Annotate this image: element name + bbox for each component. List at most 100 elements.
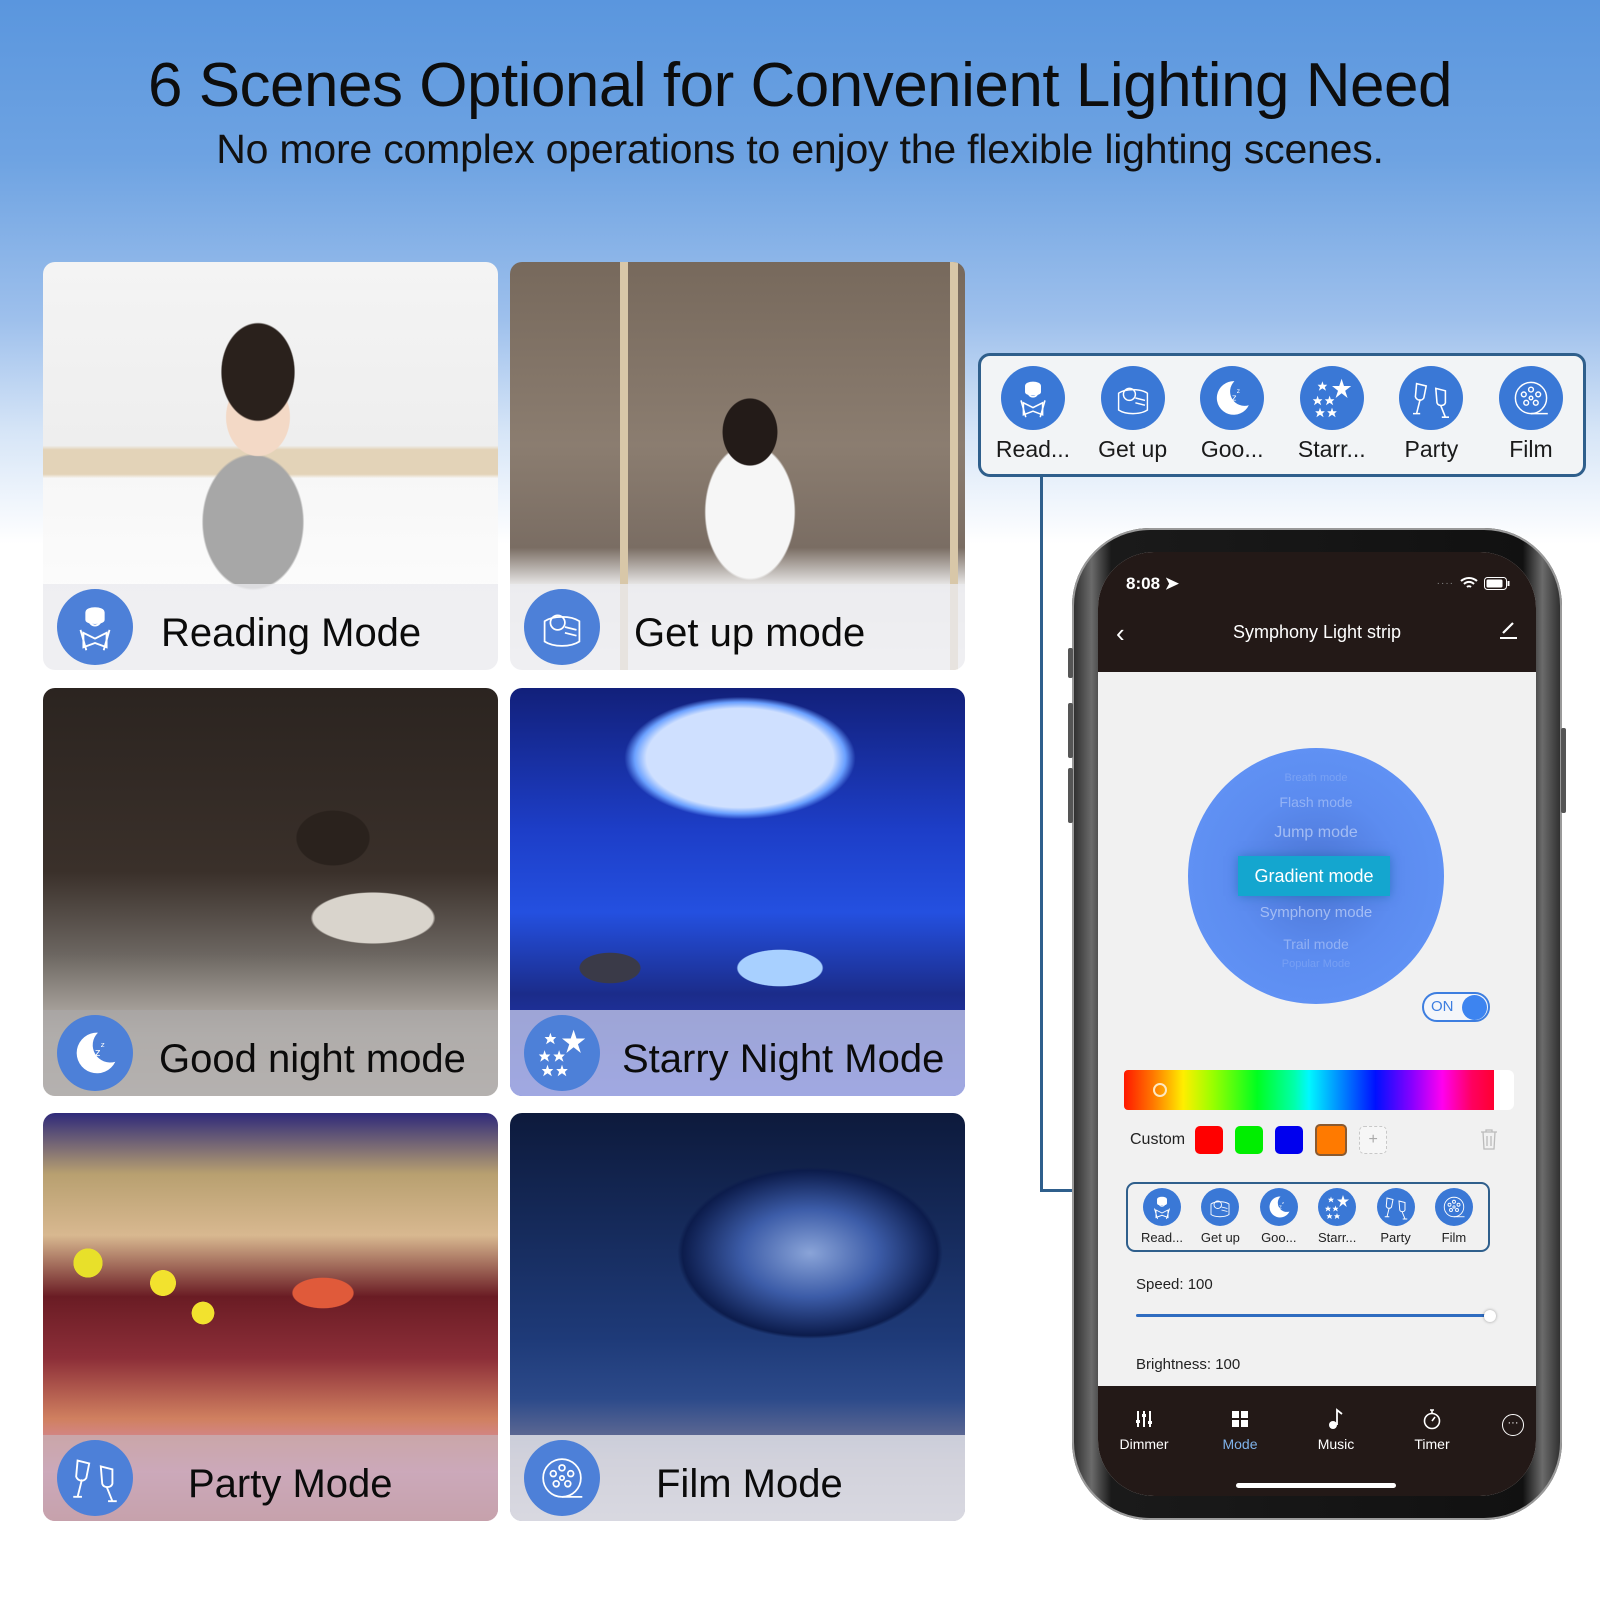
scene-card-starry[interactable]: Starry Night Mode: [510, 688, 965, 1096]
add-color-button[interactable]: +: [1359, 1126, 1388, 1154]
speed-label: Speed: 100: [1136, 1276, 1213, 1293]
custom-label: Custom: [1130, 1131, 1186, 1148]
location-arrow-icon: ➤: [1164, 574, 1180, 593]
strip-item-getup[interactable]: Get up: [1085, 366, 1181, 474]
scene-card-reading[interactable]: Reading Mode: [43, 262, 498, 670]
grid-icon: [1200, 1406, 1280, 1432]
stopwatch-icon: [1392, 1406, 1472, 1432]
tab-music[interactable]: Music: [1296, 1406, 1376, 1452]
strip-item-reading[interactable]: Read...: [985, 366, 1081, 474]
pencil-icon[interactable]: [1498, 620, 1518, 645]
callout-connector-line: [1040, 477, 1043, 1192]
spectrum-white-end[interactable]: [1494, 1070, 1514, 1110]
card-label: Film Mode: [656, 1462, 843, 1506]
reading-person-icon: [57, 589, 133, 665]
bottom-tab-bar: Dimmer Mode Music Timer ···: [1098, 1386, 1536, 1496]
stars-icon: [1318, 1188, 1357, 1226]
toggle-knob: [1462, 995, 1487, 1020]
wine-glasses-icon: [1399, 366, 1464, 430]
tab-label: Dimmer: [1119, 1436, 1169, 1452]
scene-button-reading[interactable]: Read...: [1134, 1188, 1190, 1250]
home-indicator[interactable]: [1236, 1483, 1396, 1488]
mode-option-selected[interactable]: Gradient mode: [1238, 856, 1390, 896]
tab-label: Music: [1317, 1436, 1355, 1452]
custom-color-swatch[interactable]: [1235, 1126, 1264, 1154]
custom-colors-row: Custom +: [1130, 1124, 1399, 1156]
scene-button-starry[interactable]: Starr...: [1309, 1188, 1365, 1250]
mode-option[interactable]: Trail mode: [1188, 936, 1444, 952]
trash-icon[interactable]: [1480, 1128, 1498, 1155]
mode-option[interactable]: Breath mode: [1188, 772, 1444, 784]
moon-sleep-icon: [57, 1015, 133, 1091]
app-header: 8:08 ➤ ···· ‹ Symphony Light strip: [1098, 552, 1536, 672]
wine-glasses-icon: [57, 1440, 133, 1516]
strip-item-label: Read...: [995, 436, 1071, 462]
pillow-wake-icon: [1100, 366, 1165, 430]
tab-timer[interactable]: Timer: [1392, 1406, 1472, 1452]
film-reel-icon: [1434, 1188, 1473, 1226]
scene-button-film[interactable]: Film: [1426, 1188, 1482, 1250]
speed-slider[interactable]: [1136, 1314, 1490, 1317]
scene-label: Film: [1441, 1230, 1467, 1245]
phone-volume-down: [1068, 768, 1073, 823]
pillow-wake-icon: [1201, 1188, 1240, 1226]
custom-color-swatch[interactable]: [1315, 1124, 1348, 1156]
mode-option[interactable]: Symphony mode: [1188, 904, 1444, 921]
toggle-label: ON: [1431, 998, 1454, 1015]
card-label: Good night mode: [159, 1037, 466, 1081]
strip-item-label: Get up: [1098, 436, 1168, 462]
speed-slider-knob[interactable]: [1484, 1310, 1496, 1322]
mode-picker-wheel[interactable]: Breath mode Flash mode Jump mode Gradien…: [1188, 748, 1444, 1004]
tab-mode[interactable]: Mode: [1200, 1406, 1280, 1452]
strip-item-label: Goo...: [1200, 436, 1264, 462]
app-screen: 8:08 ➤ ···· ‹ Symphony Light strip Breat…: [1098, 552, 1536, 1496]
scene-button-goodnight[interactable]: Goo...: [1251, 1188, 1307, 1250]
scene-label: Starr...: [1318, 1230, 1357, 1245]
custom-color-swatch[interactable]: [1195, 1126, 1224, 1154]
strip-item-label: Film: [1509, 436, 1553, 462]
color-spectrum-slider[interactable]: [1124, 1070, 1494, 1110]
card-label: Reading Mode: [161, 611, 422, 655]
strip-item-film[interactable]: Film: [1483, 366, 1579, 474]
mode-option[interactable]: Flash mode: [1188, 794, 1444, 810]
tab-dimmer[interactable]: Dimmer: [1104, 1406, 1184, 1452]
battery-icon: [1484, 576, 1510, 590]
reading-person-icon: [1001, 366, 1065, 430]
device-title: Symphony Light strip: [1232, 622, 1402, 642]
stars-icon: [524, 1015, 600, 1091]
brightness-label: Brightness: 100: [1136, 1356, 1241, 1373]
scene-card-party[interactable]: Party Mode: [43, 1113, 498, 1521]
power-toggle[interactable]: ON: [1422, 992, 1490, 1022]
mode-option[interactable]: Popular Mode: [1188, 958, 1444, 970]
strip-item-label: Starr...: [1297, 436, 1366, 462]
scene-card-film[interactable]: Film Mode: [510, 1113, 965, 1521]
scene-card-goodnight[interactable]: Good night mode: [43, 688, 498, 1096]
phone-power-button: [1561, 728, 1566, 813]
tab-label: Timer: [1414, 1436, 1450, 1452]
strip-item-starry[interactable]: Starr...: [1284, 366, 1380, 474]
film-reel-icon: [1498, 366, 1563, 430]
moon-sleep-icon: [1200, 366, 1265, 430]
wifi-icon: [1460, 577, 1478, 588]
pillow-wake-icon: [524, 589, 600, 665]
stars-icon: [1299, 366, 1364, 430]
strip-item-goodnight[interactable]: Goo...: [1184, 366, 1280, 474]
scene-label: Get up: [1200, 1230, 1240, 1245]
color-picker-thumb[interactable]: [1152, 1083, 1167, 1097]
scene-card-getup[interactable]: Get up mode: [510, 262, 965, 670]
signal-dots-icon: ····: [1436, 577, 1454, 589]
scene-strip-callout: Read... Get up Goo... Starr... Party Fil…: [978, 353, 1586, 477]
mode-option[interactable]: Jump mode: [1188, 824, 1444, 842]
reading-person-icon: [1143, 1188, 1181, 1226]
wine-glasses-icon: [1376, 1188, 1415, 1226]
tab-label: Mode: [1222, 1436, 1258, 1452]
card-label: Get up mode: [634, 611, 866, 655]
more-options-icon[interactable]: ···: [1502, 1414, 1524, 1436]
scene-button-party[interactable]: Party: [1368, 1188, 1424, 1250]
scene-button-getup[interactable]: Get up: [1192, 1188, 1248, 1250]
strip-item-party[interactable]: Party: [1383, 366, 1479, 474]
phone-volume-up: [1068, 703, 1073, 758]
phone-mute-switch: [1068, 648, 1073, 678]
phone-mockup: 8:08 ➤ ···· ‹ Symphony Light strip Breat…: [1068, 528, 1566, 1520]
custom-color-swatch[interactable]: [1275, 1126, 1304, 1154]
